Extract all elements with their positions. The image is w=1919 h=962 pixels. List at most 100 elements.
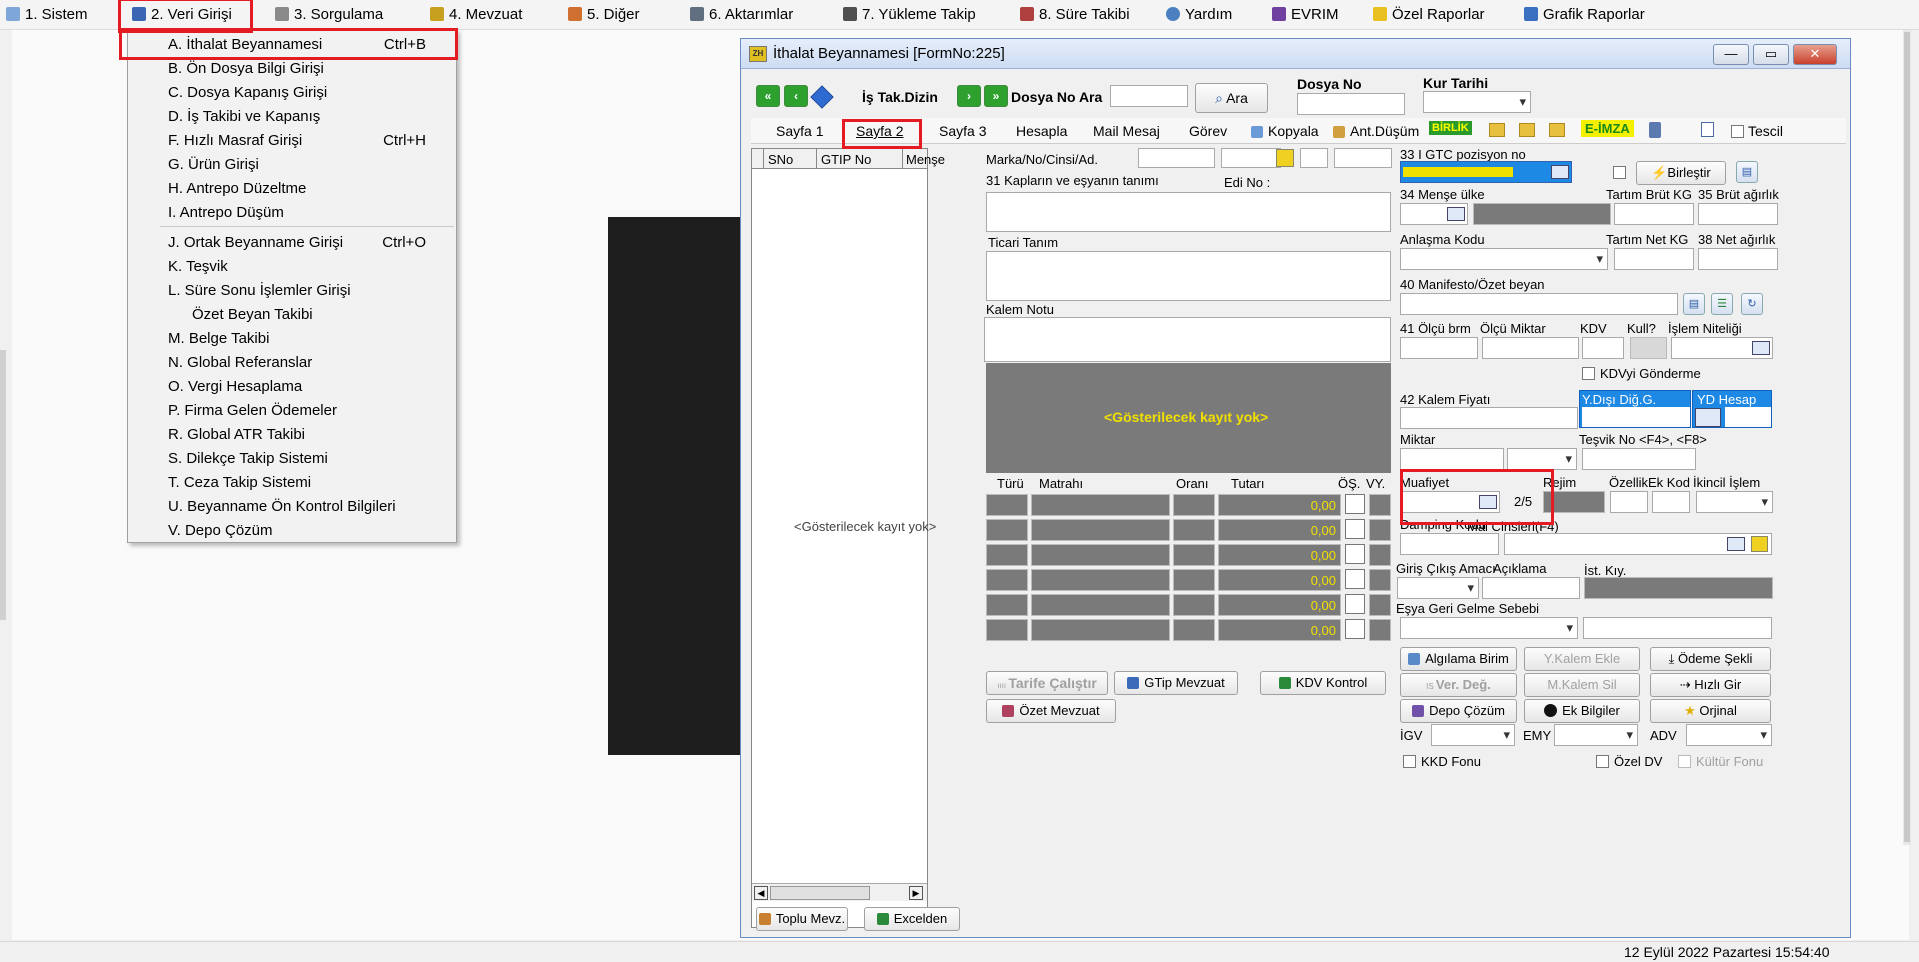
dropdown-item[interactable]: Özet Beyan Takibi [192, 304, 313, 326]
islem-niteligi-input[interactable] [1671, 337, 1773, 359]
olcu-brm-input[interactable] [1400, 337, 1478, 359]
left-splitter[interactable] [0, 350, 6, 620]
anlasma-select[interactable] [1400, 248, 1608, 270]
tax-orani-cell[interactable] [1173, 594, 1215, 616]
m-kalem-sil-button[interactable]: M.Kalem Sil [1524, 673, 1640, 697]
kdv-input[interactable] [1582, 337, 1624, 359]
kalem-notu-textarea[interactable] [984, 317, 1391, 362]
tax-turu-cell[interactable] [986, 594, 1028, 616]
menu-sistem[interactable]: 1. Sistem [6, 0, 88, 30]
miktar-input[interactable] [1400, 448, 1504, 470]
tax-vy-cell[interactable] [1369, 519, 1391, 541]
islem-lookup-icon[interactable] [1752, 341, 1770, 355]
tax-matrahi-cell[interactable] [1031, 569, 1170, 591]
tab-sayfa-1[interactable]: Sayfa 1 [776, 119, 823, 143]
dropdown-item[interactable]: K. Teşvik [168, 256, 228, 278]
folder-up-icon[interactable] [1519, 123, 1535, 137]
yd-hesap-input[interactable] [1725, 407, 1771, 427]
menu-sure-takibi[interactable]: 8. Süre Takibi [1020, 0, 1130, 30]
miktar-unit-select[interactable] [1507, 448, 1577, 470]
tax-vy-cell[interactable] [1369, 544, 1391, 566]
giris-cikis-select[interactable] [1397, 577, 1479, 599]
menu-evrim[interactable]: EVRIM [1272, 0, 1339, 30]
tartim-net-input[interactable] [1614, 248, 1694, 270]
ozellik-input[interactable] [1610, 491, 1648, 513]
tax-orani-cell[interactable] [1173, 569, 1215, 591]
dropdown-item[interactable]: I. Antrepo Düşüm [168, 202, 284, 224]
marka-input-4[interactable] [1334, 148, 1392, 168]
scroll-right-icon[interactable]: ▶ [909, 886, 923, 900]
tax-os-checkbox[interactable] [1345, 544, 1365, 564]
menu-yardim[interactable]: Yardım [1166, 0, 1232, 30]
manifesto-details-icon[interactable]: ☰ [1711, 293, 1733, 315]
e-imza-button[interactable]: E-İMZA [1581, 120, 1634, 137]
dosya-no-input[interactable] [1297, 93, 1405, 115]
marka-input-3[interactable] [1300, 148, 1328, 168]
dropdown-item[interactable]: D. İş Takibi ve Kapanış [168, 106, 320, 128]
aciklama-input[interactable] [1482, 577, 1580, 599]
dropdown-item[interactable]: L. Süre Sonu İşlemler Girişi [168, 280, 351, 302]
kkd-fonu-checkbox[interactable] [1403, 755, 1416, 768]
dropdown-item[interactable]: R. Global ATR Takibi [168, 424, 305, 446]
kur-tarihi-select[interactable] [1423, 91, 1531, 113]
tax-tutari-cell[interactable]: 0,00 [1218, 569, 1341, 591]
tax-tutari-cell[interactable]: 0,00 [1218, 494, 1341, 516]
dropdown-item[interactable]: B. Ön Dosya Bilgi Girişi [168, 58, 324, 80]
prev-record-icon[interactable]: ‹ [784, 85, 808, 107]
dosya-no-ara-input[interactable] [1110, 85, 1188, 107]
dropdown-item[interactable]: G. Ürün Girişi [168, 154, 259, 176]
mense-input[interactable] [1400, 203, 1468, 225]
ozel-dv-checkbox[interactable] [1596, 755, 1609, 768]
kalem-fiyati-input[interactable] [1400, 407, 1578, 429]
device-icon[interactable] [1649, 122, 1661, 138]
manifesto-input[interactable] [1400, 293, 1678, 315]
tax-tutari-cell[interactable]: 0,00 [1218, 594, 1341, 616]
dropdown-item[interactable]: F. Hızlı Masraf Girişi [168, 130, 302, 152]
dropdown-item[interactable]: U. Beyanname Ön Kontrol Bilgileri [168, 496, 396, 518]
col-sno[interactable]: SNo [768, 152, 793, 167]
odeme-sekli-button[interactable]: ⤓ Ödeme Şekli [1650, 647, 1771, 671]
adv-select[interactable] [1686, 724, 1772, 746]
ver-deg-button[interactable]: IS Ver. Değ. [1400, 673, 1517, 697]
ikincil-islem-select[interactable] [1696, 491, 1773, 513]
tab-ant-dusum[interactable]: Ant.Düşüm [1333, 119, 1419, 143]
col-mense[interactable]: Menşe [906, 152, 945, 167]
ek-bilgiler-button[interactable]: Ek Bilgiler [1524, 699, 1640, 723]
last-record-icon[interactable]: » [984, 85, 1008, 107]
orjinal-button[interactable]: ★ Orjinal [1650, 699, 1771, 723]
tesvik-input[interactable] [1582, 448, 1696, 470]
menu-ozel-raporlar[interactable]: Özel Raporlar [1373, 0, 1485, 30]
gtc-checkbox[interactable] [1613, 166, 1626, 179]
dropdown-item[interactable]: S. Dilekçe Takip Sistemi [168, 448, 328, 470]
scroll-thumb[interactable] [770, 886, 870, 900]
menu-diger[interactable]: 5. Diğer [568, 0, 640, 30]
is-tak-dizin-label[interactable]: İş Tak.Dizin [862, 89, 938, 105]
ek-kod-input[interactable] [1652, 491, 1690, 513]
tax-matrahi-cell[interactable] [1031, 619, 1170, 641]
tax-os-checkbox[interactable] [1345, 494, 1365, 514]
tax-turu-cell[interactable] [986, 494, 1028, 516]
menu-mevzuat[interactable]: 4. Mevzuat [430, 0, 522, 30]
gtip-mevzuat-button[interactable]: GTip Mevzuat [1114, 671, 1238, 695]
menu-grafik-raporlar[interactable]: Grafik Raporlar [1524, 0, 1645, 30]
tax-matrahi-cell[interactable] [1031, 544, 1170, 566]
ozet-mevzuat-button[interactable]: Özet Mevzuat [986, 699, 1116, 723]
dropdown-item[interactable]: H. Antrepo Düzeltme [168, 178, 306, 200]
damping-input[interactable] [1400, 533, 1499, 555]
tax-turu-cell[interactable] [986, 619, 1028, 641]
tax-orani-cell[interactable] [1173, 619, 1215, 641]
kalem-grid[interactable]: SNo GTIP No Menşe <Gösterilecek kayıt yo… [751, 148, 945, 928]
dropdown-item[interactable]: M. Belge Takibi [168, 328, 269, 350]
minimize-button[interactable]: — [1713, 44, 1749, 65]
tax-vy-cell[interactable] [1369, 619, 1391, 641]
tax-orani-cell[interactable] [1173, 494, 1215, 516]
hizli-gir-button[interactable]: ⇢ Hızlı Gir [1650, 673, 1771, 697]
dropdown-item[interactable]: N. Global Referanslar [168, 352, 312, 374]
gtc-lookup-icon[interactable] [1551, 165, 1569, 179]
tab-gorev[interactable]: Görev [1189, 119, 1227, 143]
document-icon[interactable] [1701, 122, 1714, 137]
menu-sorgulama[interactable]: 3. Sorgulama [275, 0, 383, 30]
esya-geri-input[interactable] [1583, 617, 1772, 639]
tax-os-checkbox[interactable] [1345, 519, 1365, 539]
tax-vy-cell[interactable] [1369, 594, 1391, 616]
